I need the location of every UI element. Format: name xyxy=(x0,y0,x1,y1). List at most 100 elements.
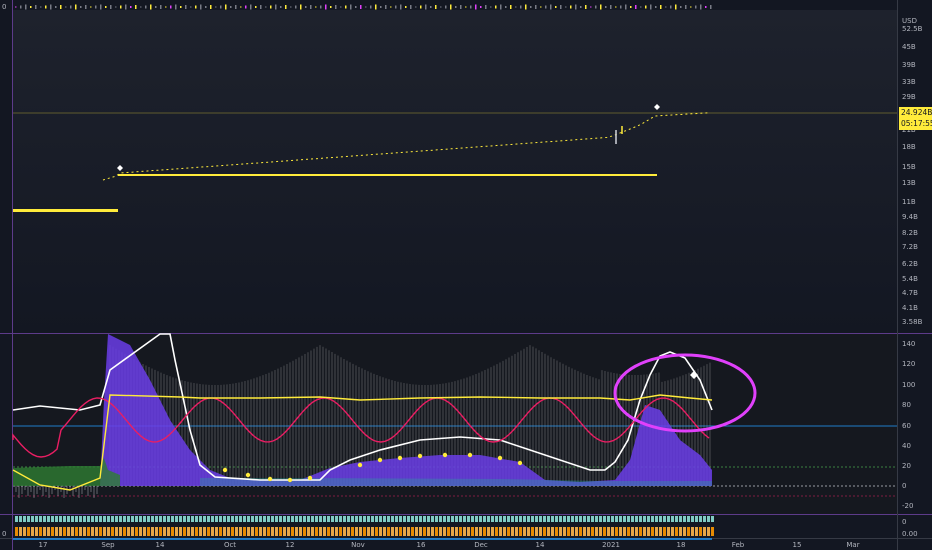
strip-bar-top xyxy=(67,516,70,522)
strip-bar-bottom xyxy=(279,527,282,536)
top-strip-bar xyxy=(710,5,712,9)
osc-label: 140 xyxy=(902,340,916,348)
strip-bar-top xyxy=(87,516,90,522)
strip-bar-bottom xyxy=(167,527,170,536)
top-strip-bar xyxy=(165,6,167,8)
top-strip-bar xyxy=(585,5,587,9)
strip-bar-top xyxy=(555,516,558,522)
top-strip-bar xyxy=(540,6,542,8)
top-strip-bar xyxy=(135,5,137,9)
strip-bar-top xyxy=(591,516,594,522)
top-strip-bar xyxy=(210,5,212,9)
strip-bar-bottom xyxy=(55,527,58,536)
signal-dot xyxy=(417,453,423,459)
strip-bar-bottom xyxy=(67,527,70,536)
top-strip-bar xyxy=(475,4,477,10)
strip-bar-bottom xyxy=(95,527,98,536)
strip-bar-top xyxy=(71,516,74,522)
strip-bar-bottom xyxy=(647,527,650,536)
top-strip-bar xyxy=(155,6,157,8)
strip-bar-top xyxy=(99,516,102,522)
price-label: 39B xyxy=(902,61,916,69)
strip-bar-bottom xyxy=(419,527,422,536)
top-strip-bar xyxy=(510,5,512,9)
strip-bar-bottom xyxy=(43,527,46,536)
strip-bar-bottom xyxy=(355,527,358,536)
strip-bar-top xyxy=(155,516,158,522)
top-strip-bar xyxy=(520,5,522,9)
strip-bar-bottom xyxy=(603,527,606,536)
strip-bar-bottom xyxy=(491,527,494,536)
strip-bar-top xyxy=(103,516,106,522)
strip-bar-top xyxy=(287,516,290,522)
strip-bar-top xyxy=(379,516,382,522)
strip-bar-bottom xyxy=(511,527,514,536)
strip-bar-top xyxy=(451,516,454,522)
strip-bar-bottom xyxy=(163,527,166,536)
strip-bar-top xyxy=(675,516,678,522)
top-strip-bar xyxy=(495,5,497,9)
top-strip-bar xyxy=(440,6,442,8)
strip-bar-top xyxy=(263,516,266,522)
strip-bar-bottom xyxy=(223,527,226,536)
top-strip-bar xyxy=(565,6,567,8)
strip-bar-bottom xyxy=(239,527,242,536)
strip-bar-bottom xyxy=(283,527,286,536)
chart-canvas[interactable] xyxy=(0,0,932,550)
top-strip-bar xyxy=(100,4,102,10)
strip-bar-top xyxy=(611,516,614,522)
strip-bar-bottom xyxy=(307,527,310,536)
strip-bar-top xyxy=(123,516,126,522)
top-strip-bar xyxy=(655,6,657,8)
top-strip-bar xyxy=(330,6,332,8)
strip-bar-bottom xyxy=(475,527,478,536)
strip-bar-bottom xyxy=(403,527,406,536)
strip-bar-bottom xyxy=(587,527,590,536)
top-strip-bar xyxy=(320,5,322,9)
strip-bar-top xyxy=(599,516,602,522)
strip-bar-top xyxy=(279,516,282,522)
strip-bar-bottom xyxy=(179,527,182,536)
strip-bar-bottom xyxy=(591,527,594,536)
strip-bar-bottom xyxy=(451,527,454,536)
countdown-tag: 05:17:55 xyxy=(899,118,932,130)
strip-bar-bottom xyxy=(47,527,50,536)
strip-bar-bottom xyxy=(687,527,690,536)
left-label: 0 xyxy=(2,530,7,538)
strip-bar-top xyxy=(535,516,538,522)
top-strip-bar xyxy=(385,5,387,9)
strip-bar-bottom xyxy=(467,527,470,536)
strip-bar-top xyxy=(427,516,430,522)
strip-bar-top xyxy=(79,516,82,522)
signal-dot xyxy=(267,476,273,482)
chart-area[interactable] xyxy=(0,0,932,550)
strip-bar-top xyxy=(455,516,458,522)
strip-bar-top xyxy=(63,516,66,522)
strip-bar-top xyxy=(23,516,26,522)
strip-bar-top xyxy=(683,516,686,522)
strip-bar-top xyxy=(559,516,562,522)
top-strip-bar xyxy=(500,4,502,10)
osc-label: 60 xyxy=(902,422,911,430)
strip-bar-top xyxy=(43,516,46,522)
strip-bar-bottom xyxy=(291,527,294,536)
x-axis-label: Mar xyxy=(846,541,860,549)
top-strip-bar xyxy=(480,6,482,8)
top-strip-bar xyxy=(30,6,32,8)
strip-bar-bottom xyxy=(427,527,430,536)
strip-bar-top xyxy=(239,516,242,522)
top-strip-bar xyxy=(395,5,397,9)
top-strip-bar xyxy=(355,6,357,8)
strip-bar-bottom xyxy=(15,527,18,536)
top-strip-bar xyxy=(265,6,267,8)
top-strip-bar xyxy=(590,6,592,8)
strip-bar-top xyxy=(375,516,378,522)
strip-bar-top xyxy=(479,516,482,522)
strip-bar-top xyxy=(107,516,110,522)
strip-bar-bottom xyxy=(527,527,530,536)
strip-bar-top xyxy=(203,516,206,522)
top-strip-bar xyxy=(170,5,172,9)
strip-bar-top xyxy=(603,516,606,522)
strip-bar-bottom xyxy=(399,527,402,536)
strip-bar-bottom xyxy=(351,527,354,536)
